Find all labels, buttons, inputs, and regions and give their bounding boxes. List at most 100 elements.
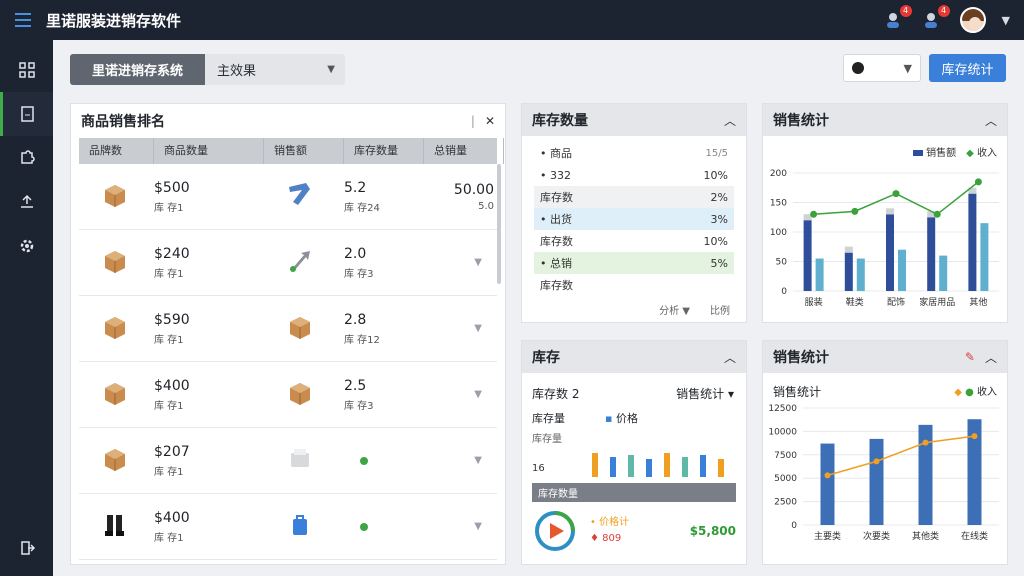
sales-chart-panel: 销售统计 ︿ 销售额 ◆ 收入 0 50 100 150 200 服装 鞋类 配饰 家居用品 其他: [762, 103, 1008, 323]
chevron-up-icon[interactable]: ︿: [724, 349, 736, 366]
stock-panel: 库存 ︿ 库存数 2 销售统计 ▾ 库存量 ▪ 价格 库存量 16 库存数量 •…: [521, 340, 747, 565]
x-tick-label: 在线类: [961, 530, 988, 542]
message-icon[interactable]: 4: [922, 5, 950, 31]
export-icon: [20, 194, 33, 208]
price-sub: 库 存1: [154, 466, 184, 478]
bar: [815, 258, 824, 291]
panel-title: 库存: [532, 350, 560, 366]
chevron-down-icon[interactable]: ▼: [1002, 14, 1010, 27]
list-item[interactable]: • 商品 15/5: [534, 142, 734, 164]
stock-label-c: 库存量: [532, 434, 562, 445]
bar: [980, 223, 989, 291]
bar: [628, 455, 634, 477]
price-sub: 库 存1: [154, 334, 184, 346]
view-select[interactable]: 主效果 ▼: [205, 54, 345, 85]
category-icon: [264, 247, 344, 279]
sidebar-item-inventory[interactable]: [0, 92, 53, 136]
avatar[interactable]: [959, 7, 986, 33]
item-value: 5%: [710, 256, 728, 270]
price: $240: [154, 245, 190, 262]
gear-icon: [20, 239, 33, 253]
y-tick-label: 0: [781, 287, 787, 297]
stock-stats-button[interactable]: 库存统计: [929, 54, 1006, 82]
column-header[interactable]: 销售额: [264, 138, 344, 164]
bar-cap: [844, 246, 853, 253]
y-tick-label: 2500: [774, 498, 797, 508]
sidebar-item-dashboard[interactable]: [0, 48, 53, 92]
chevron-down-icon[interactable]: ▼: [424, 389, 504, 400]
y-tick-label: 5000: [774, 474, 797, 484]
data-point: [974, 178, 982, 186]
column-header[interactable]: 总销量: [424, 138, 504, 164]
list-item[interactable]: 库存数: [534, 274, 734, 296]
scrollbar[interactable]: [497, 164, 501, 284]
item-label: 库存数: [540, 235, 573, 248]
tab-main[interactable]: 里诺进销存系统: [70, 54, 205, 85]
sidebar-item-settings[interactable]: [0, 224, 53, 268]
item-value: 10%: [703, 168, 728, 182]
total-value: 50.00: [453, 181, 494, 198]
ratio-label: 比例: [710, 306, 730, 317]
list-item[interactable]: 库存数 2%: [534, 186, 734, 208]
inventory-qty-panel: 库存数量 ︿ • 商品 15/5 • 332 10% 库存数 2% • 出货 3% 库存…: [521, 103, 747, 323]
pin-icon[interactable]: ✎: [965, 350, 975, 364]
panel-header: 库存数量 ︿: [522, 104, 746, 136]
panel-title: 库存数量: [532, 113, 588, 129]
logout-icon: [20, 541, 35, 555]
y-tick-label: 150: [770, 199, 787, 209]
camera-icon: [852, 62, 864, 74]
legend-item: ◆ 收入: [966, 148, 997, 159]
sales-chart-panel-2: 销售统计 ✎ ︿ 销售统计 ◆ ● 收入 0 2500 5000 7500 10000 12…: [762, 340, 1008, 565]
chevron-down-icon[interactable]: ▼: [424, 455, 504, 466]
column-header[interactable]: 商品数量: [154, 138, 264, 164]
bar: [610, 457, 616, 477]
chevron-down-icon[interactable]: ▼: [424, 323, 504, 334]
chevron-down-icon[interactable]: ▼: [424, 257, 504, 268]
document-icon: [21, 106, 34, 122]
stock-label-b: ▪ 价格: [605, 412, 638, 425]
menu-icon[interactable]: [0, 0, 46, 40]
bar: [939, 255, 948, 291]
close-icon[interactable]: ✕: [485, 114, 495, 128]
column-header[interactable]: 库存数量: [344, 138, 424, 164]
table-row[interactable]: $400 库 存1 2.5 库 存3 ▼: [79, 362, 497, 428]
list-item[interactable]: • 332 10%: [534, 164, 734, 186]
qty-sub: 库 存24: [344, 202, 380, 214]
settings-select[interactable]: ▼: [843, 54, 921, 82]
table-header: 品牌数 商品数量 销售额 库存数量 总销量: [79, 138, 504, 164]
chart-legend: 销售额 ◆ 收入: [763, 136, 1007, 159]
notification-icon[interactable]: 4: [884, 5, 912, 31]
item-label: 库存数: [540, 191, 573, 204]
product-ranking-panel: 商品销售排名 | ✕ 品牌数 商品数量 销售额 库存数量 总销量 $500 库 存1…: [70, 103, 506, 565]
list-item[interactable]: 库存数 10%: [534, 230, 734, 252]
product-image: [79, 313, 154, 345]
chevron-up-icon[interactable]: ︿: [985, 349, 997, 366]
chevron-up-icon[interactable]: ︿: [985, 112, 997, 129]
chevron-up-icon[interactable]: ︿: [724, 112, 736, 129]
data-point: [873, 458, 880, 465]
table-row[interactable]: $500 库 存1 5.2 库 存24 50.00 5.0: [79, 164, 497, 230]
table-row[interactable]: $590 库 存1 2.8 库 存12 ▼: [79, 296, 497, 362]
qty-value: 2.8: [344, 311, 367, 328]
table-row[interactable]: $400 库 存1 ▼: [79, 494, 497, 560]
product-image: [79, 379, 154, 411]
bar: [646, 459, 652, 477]
status-dot: [360, 456, 368, 465]
chevron-down-icon[interactable]: ▼: [424, 521, 504, 532]
sidebar-item-puzzle[interactable]: [0, 136, 53, 180]
sales-dropdown[interactable]: 销售统计 ▾: [676, 385, 734, 402]
x-tick-label: 次要类: [863, 530, 890, 542]
status-dot: [360, 522, 368, 531]
table-row[interactable]: $207 库 存1 ▼: [79, 428, 497, 494]
column-header[interactable]: 品牌数: [79, 138, 154, 164]
y-tick-label: 50: [776, 258, 788, 268]
series-line: [827, 435, 975, 477]
sidebar-item-logout[interactable]: [0, 526, 53, 570]
x-tick-label: 服装: [805, 296, 823, 308]
sidebar-item-export[interactable]: [0, 180, 53, 224]
list-item[interactable]: • 总销 5%: [534, 252, 734, 274]
list-item[interactable]: • 出货 3%: [534, 208, 734, 230]
table-row[interactable]: $240 库 存1 2.0 库 存3 ▼: [79, 230, 497, 296]
inventory-list: • 商品 15/5 • 332 10% 库存数 2% • 出货 3% 库存数 10% • …: [522, 136, 746, 296]
analysis-dropdown[interactable]: 分析 ▼: [659, 302, 690, 317]
